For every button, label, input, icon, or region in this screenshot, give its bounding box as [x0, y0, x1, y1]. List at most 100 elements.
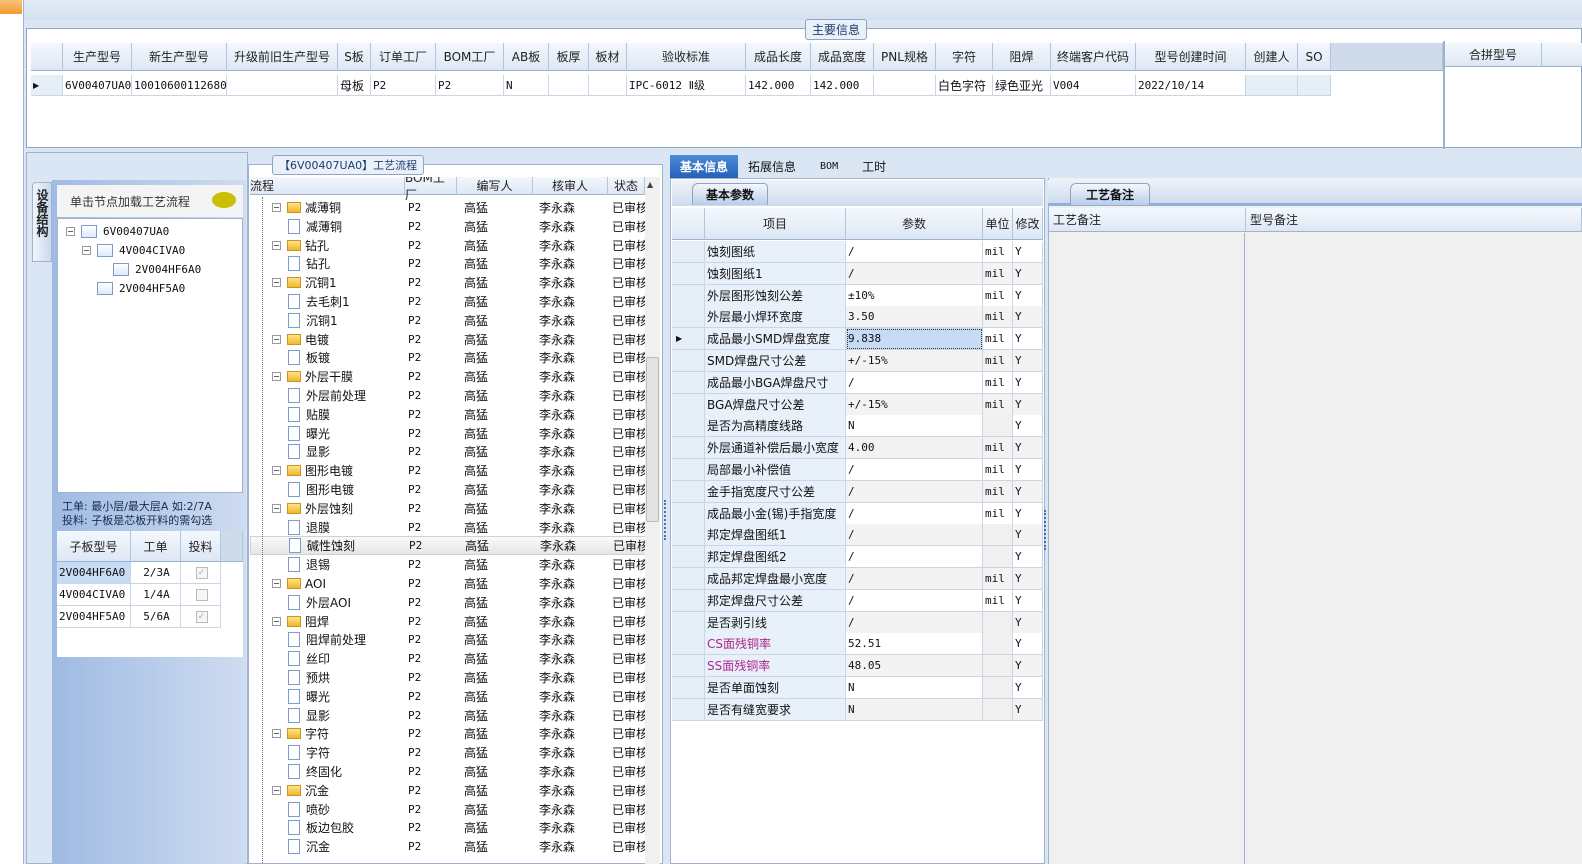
tab-process-notes[interactable]: 工艺备注 [1070, 183, 1150, 205]
param-value[interactable]: 4.00 [846, 437, 983, 460]
row-indicator[interactable] [672, 241, 705, 263]
column-header[interactable]: 阻焊 [993, 43, 1051, 71]
param-value[interactable]: 48.05 [846, 655, 983, 678]
table-cell[interactable]: P2 [371, 75, 436, 96]
column-header[interactable]: 订单工厂 [371, 43, 436, 71]
table-cell[interactable] [874, 75, 936, 96]
process-step[interactable]: 外层前处理 [288, 386, 366, 405]
collapse-icon[interactable]: − [272, 334, 281, 344]
process-row[interactable]: 退锡 P2 高猛 李永森 已审核 [250, 555, 645, 574]
process-row[interactable]: − 外层蚀刻 P2 高猛 李永森 已审核 [250, 499, 645, 518]
process-row[interactable]: 板边包胶 P2 高猛 李永森 已审核 [250, 818, 645, 837]
collapse-icon[interactable]: − [272, 278, 281, 288]
process-row[interactable]: 沉铜1 P2 高猛 李永森 已审核 [250, 311, 645, 330]
model-notes-input[interactable] [1247, 233, 1582, 864]
table-cell[interactable] [1298, 75, 1331, 96]
params-column-header[interactable]: 修改 [1013, 208, 1043, 240]
process-step[interactable]: 钻孔 [288, 254, 330, 273]
process-row[interactable]: − 钻孔 P2 高猛 李永森 已审核 [250, 236, 645, 255]
column-header[interactable]: 创建人 [1246, 43, 1298, 71]
process-step[interactable]: − 减薄铜 [272, 198, 341, 217]
row-indicator[interactable] [672, 698, 705, 721]
process-row[interactable]: 显影 P2 高猛 李永森 已审核 [250, 442, 645, 461]
table-cell[interactable]: 6V00407UA0 [63, 75, 132, 96]
row-indicator[interactable] [672, 284, 705, 307]
process-step[interactable]: 外层AOI [288, 593, 351, 612]
subboard-order[interactable]: 1/4A [131, 584, 181, 606]
column-header[interactable]: 成品宽度 [811, 43, 874, 71]
process-row[interactable]: − 沉铜1 P2 高猛 李永森 已审核 [250, 273, 645, 292]
column-header[interactable]: S板 [338, 43, 371, 71]
column-header[interactable]: 成品长度 [746, 43, 811, 71]
process-step[interactable]: − 沉金 [272, 781, 329, 800]
param-value[interactable]: / [846, 546, 983, 569]
process-row[interactable]: − 电镀 P2 高猛 李永森 已审核 [250, 330, 645, 349]
param-value[interactable]: / [846, 262, 983, 285]
subboard-model[interactable]: 4V004CIVA0 [57, 584, 131, 606]
param-value[interactable]: / [846, 371, 983, 394]
row-indicator[interactable] [672, 437, 705, 460]
process-row[interactable]: 阻焊前处理 P2 高猛 李永森 已审核 [250, 630, 645, 649]
process-row[interactable]: 沉金 P2 高猛 李永森 已审核 [250, 837, 645, 856]
row-indicator[interactable] [672, 633, 705, 656]
process-step[interactable]: − 阻焊 [272, 612, 329, 631]
process-row[interactable]: 去毛刺1 P2 高猛 李永森 已审核 [250, 292, 645, 311]
column-header[interactable]: 生产型号 [63, 43, 132, 71]
process-row[interactable]: − 外层干膜 P2 高猛 李永森 已审核 [250, 367, 645, 386]
process-step[interactable]: 显影 [288, 706, 330, 725]
process-step[interactable]: 减薄铜 [288, 217, 342, 236]
process-row[interactable]: − 图形电镀 P2 高猛 李永森 已审核 [250, 461, 645, 480]
process-step[interactable]: − AOI [272, 574, 326, 593]
row-indicator[interactable]: ▶ [672, 328, 705, 351]
collapse-icon[interactable]: − [272, 785, 281, 795]
table-cell[interactable]: 10010600112680 [132, 75, 227, 96]
column-header[interactable]: 验收标准 [627, 43, 746, 71]
process-step[interactable]: 阻焊前处理 [288, 630, 366, 649]
row-indicator[interactable] [672, 415, 705, 438]
feed-checkbox[interactable]: ✓ [195, 566, 208, 579]
process-row[interactable]: 钻孔 P2 高猛 李永森 已审核 [250, 254, 645, 273]
row-indicator[interactable] [672, 480, 705, 503]
params-column-header[interactable]: 项目 [705, 208, 846, 240]
row-indicator[interactable] [672, 568, 705, 590]
feed-checkbox[interactable]: ✓ [195, 610, 208, 623]
process-step[interactable]: 贴膜 [288, 405, 330, 424]
row-indicator[interactable] [672, 611, 705, 634]
table-cell[interactable]: N [504, 75, 549, 96]
param-value[interactable]: 9.838 [846, 328, 983, 351]
tab-basic-params[interactable]: 基本参数 [692, 183, 768, 205]
tree-node[interactable]: 2V004HF6A0 [98, 260, 201, 278]
process-row[interactable]: − AOI P2 高猛 李永森 已审核 [250, 574, 645, 593]
params-column-header[interactable]: 单位 [983, 208, 1013, 240]
process-row[interactable]: 曝光 P2 高猛 李永森 已审核 [250, 424, 645, 443]
process-row[interactable]: 板镀 P2 高猛 李永森 已审核 [250, 348, 645, 367]
process-step[interactable]: − 外层干膜 [272, 367, 353, 386]
tree-node-label[interactable]: 2V004HF6A0 [135, 263, 201, 276]
param-value[interactable]: / [846, 459, 983, 481]
process-step[interactable]: − 沉铜1 [272, 273, 337, 292]
row-indicator[interactable] [672, 677, 705, 699]
process-row[interactable]: − 阻焊 P2 高猛 李永森 已审核 [250, 612, 645, 631]
process-step[interactable]: 显影 [288, 442, 330, 461]
column-header[interactable]: 新生产型号 [132, 43, 227, 71]
process-step[interactable]: 图形电镀 [288, 480, 354, 499]
process-row[interactable]: 预烘 P2 高猛 李永森 已审核 [250, 668, 645, 687]
process-step[interactable]: − 钻孔 [272, 236, 329, 255]
process-notes-input[interactable] [1049, 233, 1245, 864]
table-cell[interactable]: V004 [1051, 75, 1136, 96]
param-value[interactable]: 3.50 [846, 306, 983, 329]
process-step[interactable]: − 字符 [272, 724, 329, 743]
param-value[interactable]: / [846, 589, 983, 612]
param-value[interactable]: +/-15% [846, 393, 983, 416]
column-header[interactable]: 板厚 [549, 43, 589, 71]
process-row[interactable]: − 沉金 P2 高猛 李永森 已审核 [250, 781, 645, 800]
subboard-model[interactable]: 2V004HF6A0 [57, 562, 131, 584]
process-row[interactable]: 图形电镀 P2 高猛 李永森 已审核 [250, 480, 645, 499]
collapse-icon[interactable]: − [272, 729, 281, 739]
process-step[interactable]: 字符 [288, 743, 330, 762]
row-indicator[interactable] [672, 393, 705, 416]
collapse-icon[interactable]: − [272, 372, 281, 382]
process-row[interactable]: 退膜 P2 高猛 李永森 已审核 [250, 518, 645, 537]
table-cell[interactable]: 142.000 [811, 75, 874, 96]
param-value[interactable]: / [846, 568, 983, 590]
